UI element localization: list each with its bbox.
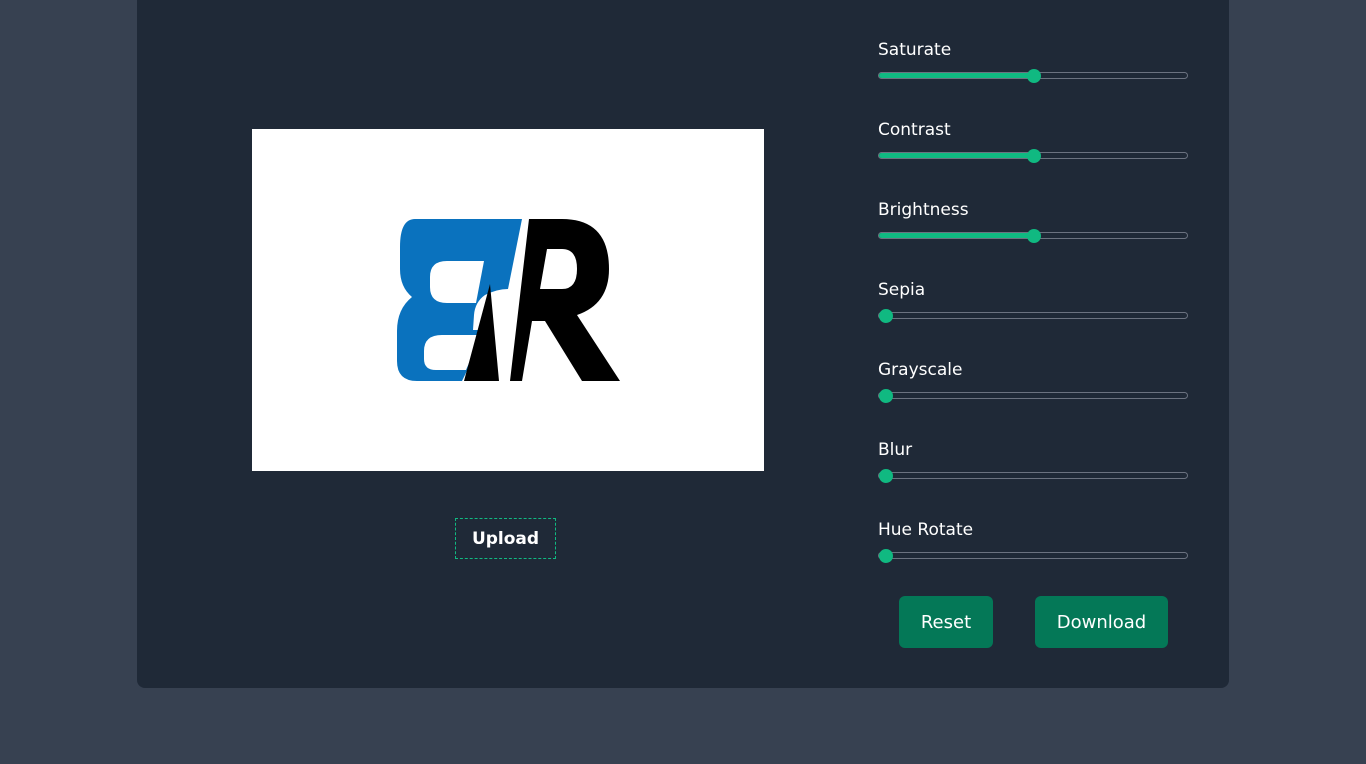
filter-hue-rotate: Hue Rotate (878, 518, 1190, 598)
hue-rotate-slider[interactable] (878, 548, 1188, 563)
contrast-slider[interactable] (878, 148, 1188, 163)
br-logo (397, 219, 620, 381)
grayscale-slider[interactable] (878, 388, 1188, 403)
slider-fill (879, 233, 1034, 238)
slider-thumb[interactable] (1027, 148, 1041, 163)
brightness-slider[interactable] (878, 228, 1188, 243)
slider-thumb[interactable] (1027, 228, 1041, 243)
filter-controls: Saturate Contrast Brightness Sepia Grays… (878, 38, 1190, 598)
filter-label: Contrast (878, 120, 951, 140)
reset-button[interactable]: Reset (899, 596, 993, 648)
slider-thumb[interactable] (879, 548, 893, 563)
filter-sepia: Sepia (878, 278, 1190, 358)
download-button[interactable]: Download (1035, 596, 1168, 648)
slider-thumb[interactable] (879, 468, 893, 483)
slider-thumb[interactable] (879, 308, 893, 323)
filter-grayscale: Grayscale (878, 358, 1190, 438)
sepia-slider[interactable] (878, 308, 1188, 323)
upload-button[interactable]: Upload (455, 518, 556, 559)
filter-contrast: Contrast (878, 118, 1190, 198)
slider-thumb[interactable] (1027, 68, 1041, 83)
blur-slider[interactable] (878, 468, 1188, 483)
filter-label: Hue Rotate (878, 520, 974, 540)
image-preview (252, 129, 764, 471)
slider-fill (879, 153, 1034, 158)
filter-saturate: Saturate (878, 38, 1190, 118)
filter-label: Grayscale (878, 360, 963, 380)
filter-brightness: Brightness (878, 198, 1190, 278)
saturate-slider[interactable] (878, 68, 1188, 83)
filter-blur: Blur (878, 438, 1190, 518)
filter-label: Sepia (878, 280, 926, 300)
filter-label: Brightness (878, 200, 969, 220)
slider-thumb[interactable] (879, 388, 893, 403)
filter-label: Saturate (878, 40, 952, 60)
filter-label: Blur (878, 440, 913, 460)
slider-fill (879, 73, 1034, 78)
